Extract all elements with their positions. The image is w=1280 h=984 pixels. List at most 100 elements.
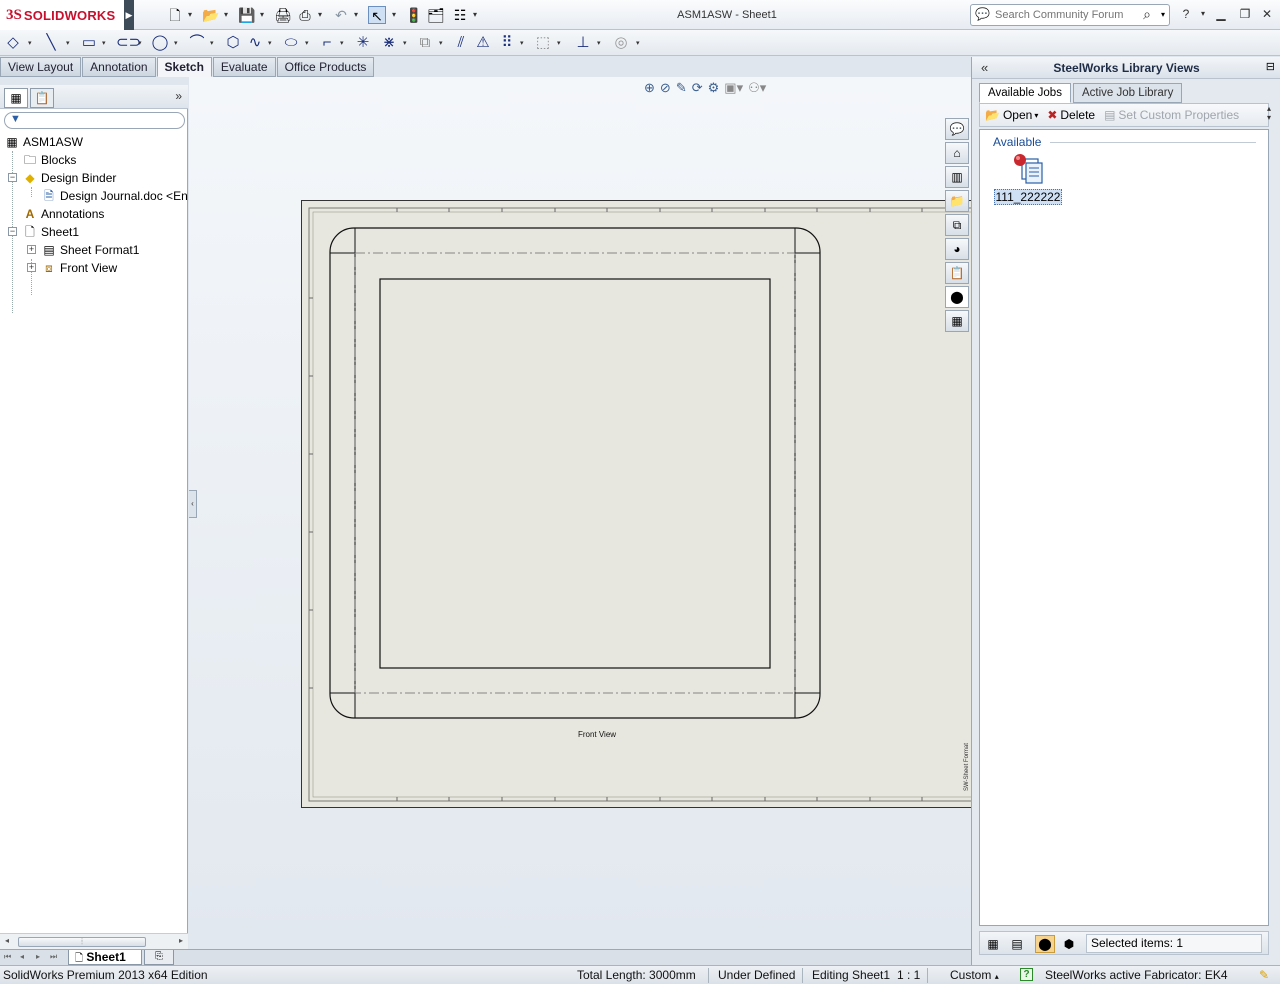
expander-design-binder[interactable]: − <box>8 173 17 182</box>
help-status-icon[interactable]: ? <box>1020 968 1033 981</box>
tree-item-annotations[interactable]: A Annotations <box>22 205 105 223</box>
tree-item-sheet-format1[interactable]: ▤ Sheet Format1 <box>41 241 139 259</box>
sheet-tab-sheet1[interactable]: 🗋 Sheet1 <box>68 950 142 965</box>
jobs-mode-icon[interactable]: ⬤ <box>1035 935 1055 953</box>
repair-dropdown-icon[interactable]: ▾ <box>636 39 640 47</box>
save-icon[interactable]: 💾 <box>238 6 256 24</box>
rectangle-dropdown-icon[interactable]: ▾ <box>102 39 106 47</box>
expander-front-view[interactable]: + <box>27 263 36 272</box>
repair-sketch-icon[interactable]: ◎ <box>612 34 630 52</box>
open-folder-icon[interactable]: 📂 <box>202 6 220 24</box>
property-manager-icon[interactable]: 📋 <box>30 88 54 108</box>
options-icon[interactable]: ☷ <box>451 6 469 24</box>
steelworks-icon[interactable]: ⬤ <box>945 286 969 308</box>
toolbar-overflow-icon[interactable]: ▴ ▾ <box>1267 104 1271 122</box>
expander-sheet1[interactable]: − <box>8 227 17 236</box>
circle-icon[interactable]: ◯ <box>151 34 169 52</box>
fillet-dropdown-icon[interactable]: ▾ <box>340 39 344 47</box>
point-icon[interactable]: ✳ <box>354 34 372 52</box>
view-settings-icon[interactable]: ⚇▾ <box>748 80 766 96</box>
section-view-icon[interactable]: ⚙ <box>708 80 720 96</box>
search-community-box[interactable]: 💬 ⌕ ▾ <box>970 4 1170 26</box>
offset-entities-icon[interactable]: ⫽ <box>452 34 470 52</box>
appearances-icon[interactable]: ◕ <box>945 238 969 260</box>
zoom-to-area-icon[interactable]: ⊘ <box>660 80 671 96</box>
tree-item-design-binder[interactable]: ◆ Design Binder <box>22 169 116 187</box>
search-input[interactable] <box>995 8 1135 22</box>
display-relations-icon[interactable]: ⊥ <box>574 34 592 52</box>
tab-active-job-library[interactable]: Active Job Library <box>1072 83 1183 103</box>
tab-evaluate[interactable]: Evaluate <box>212 57 276 77</box>
tab-view-layout[interactable]: View Layout <box>0 57 82 77</box>
list-view-icon[interactable]: ▤ <box>1007 935 1027 953</box>
rebuild-status-icon[interactable]: ✎ <box>1259 968 1269 982</box>
line-dropdown-icon[interactable]: ▾ <box>66 39 70 47</box>
select-dropdown-icon[interactable]: ▾ <box>392 10 396 19</box>
display-style-icon[interactable]: ▣▾ <box>724 80 743 96</box>
line-icon[interactable]: ╲ <box>42 34 60 52</box>
search-icon[interactable]: ⌕ <box>1143 6 1151 23</box>
solidworks-logo[interactable]: 3S SOLIDWORKS <box>0 0 124 30</box>
tree-item-design-journal[interactable]: 🗎 Design Journal.doc <En <box>41 187 188 205</box>
steelworks-library-icon[interactable]: ▦ <box>945 310 969 332</box>
convert-entities-icon[interactable]: ⧉ <box>416 34 434 52</box>
menu-expand-arrow-icon[interactable]: ▶ <box>124 0 134 30</box>
ellipse-icon[interactable]: ⬭ <box>282 34 300 52</box>
trim-dropdown-icon[interactable]: ▾ <box>403 39 407 47</box>
tree-item-root[interactable]: ▦ ASM1ASW <box>4 133 83 151</box>
linear-pattern-icon[interactable]: ⠿ <box>498 34 516 52</box>
rotate-view-icon[interactable]: ⟳ <box>692 80 703 96</box>
move-entities-icon[interactable]: ⬚ <box>534 34 552 52</box>
tab-office-products[interactable]: Office Products <box>276 57 375 77</box>
search-dropdown-icon[interactable]: ▾ <box>1161 10 1165 19</box>
convert-dropdown-icon[interactable]: ▾ <box>439 39 443 47</box>
open-button[interactable]: 📂 Open ▾ <box>985 108 1038 122</box>
tab-annotation[interactable]: Annotation <box>82 57 156 77</box>
home-icon[interactable]: ⌂ <box>945 142 969 164</box>
previous-view-icon[interactable]: ✎ <box>676 80 687 96</box>
smart-dimension-icon[interactable]: ◇ <box>4 34 22 52</box>
new-dropdown-icon[interactable]: ▾ <box>188 10 192 19</box>
print-setup-icon[interactable]: 🖨 <box>274 6 292 24</box>
library-mode-icon[interactable]: ⬢ <box>1059 935 1079 953</box>
spline-dropdown-icon[interactable]: ▾ <box>268 39 272 47</box>
design-library-icon[interactable]: ▥ <box>945 166 969 188</box>
circle-dropdown-icon[interactable]: ▾ <box>174 39 178 47</box>
polygon-icon[interactable]: ⬡ <box>224 34 242 52</box>
close-button[interactable]: ✕ <box>1258 6 1276 22</box>
undo-dropdown-icon[interactable]: ▾ <box>354 10 358 19</box>
tree-item-blocks[interactable]: 🗀 Blocks <box>22 151 76 169</box>
pin-icon[interactable]: ⊟ <box>1266 60 1275 73</box>
tree-item-sheet1[interactable]: 🗋 Sheet1 <box>22 223 79 241</box>
slot-dropdown-icon[interactable]: ▾ <box>138 39 142 47</box>
next-sheet-icon[interactable]: ▸ <box>36 952 40 961</box>
drawing-sheet[interactable]: Front View SW-Sheet Format <box>301 200 971 808</box>
restore-button[interactable]: ❐ <box>1236 6 1254 22</box>
previous-sheet-icon[interactable]: ◂ <box>20 952 24 961</box>
new-document-icon[interactable]: 🗋 <box>166 6 184 24</box>
grid-view-icon[interactable]: ▦ <box>983 935 1003 953</box>
undo-icon[interactable]: ↶ <box>332 6 350 24</box>
arc-dropdown-icon[interactable]: ▾ <box>210 39 214 47</box>
scroll-right-icon[interactable]: ▸ <box>179 936 183 945</box>
tab-available-jobs[interactable]: Available Jobs <box>979 83 1071 103</box>
pattern-dropdown-icon[interactable]: ▾ <box>520 39 524 47</box>
slot-icon[interactable]: ⊂⊃ <box>116 34 141 52</box>
last-sheet-icon[interactable]: ⏭ <box>50 952 57 962</box>
job-item[interactable]: 111_222222 <box>990 153 1066 205</box>
print-icon[interactable]: ⎙ <box>296 6 314 24</box>
fillet-icon[interactable]: ⌐ <box>318 34 336 52</box>
tree-item-front-view[interactable]: ⧈ Front View <box>41 259 117 277</box>
solidworks-resources-icon[interactable]: 💬 <box>945 118 969 140</box>
tree-horizontal-scrollbar[interactable]: ◂ ⦙ ▸ <box>0 933 188 949</box>
delete-button[interactable]: ✖ Delete <box>1047 108 1095 122</box>
relations-dropdown-icon[interactable]: ▾ <box>597 39 601 47</box>
expander-sheet-format1[interactable]: + <box>27 245 36 254</box>
tree-filter-input[interactable]: ▼ <box>4 112 185 129</box>
panel-splitter-handle[interactable]: ‹ <box>189 490 197 518</box>
ellipse-dropdown-icon[interactable]: ▾ <box>305 39 309 47</box>
scrollbar-thumb[interactable]: ⦙ <box>18 937 146 947</box>
options-dropdown-icon[interactable]: ▾ <box>473 10 477 19</box>
mirror-entities-icon[interactable]: ⚠ <box>474 34 492 52</box>
custom-properties-icon[interactable]: 📋 <box>945 262 969 284</box>
